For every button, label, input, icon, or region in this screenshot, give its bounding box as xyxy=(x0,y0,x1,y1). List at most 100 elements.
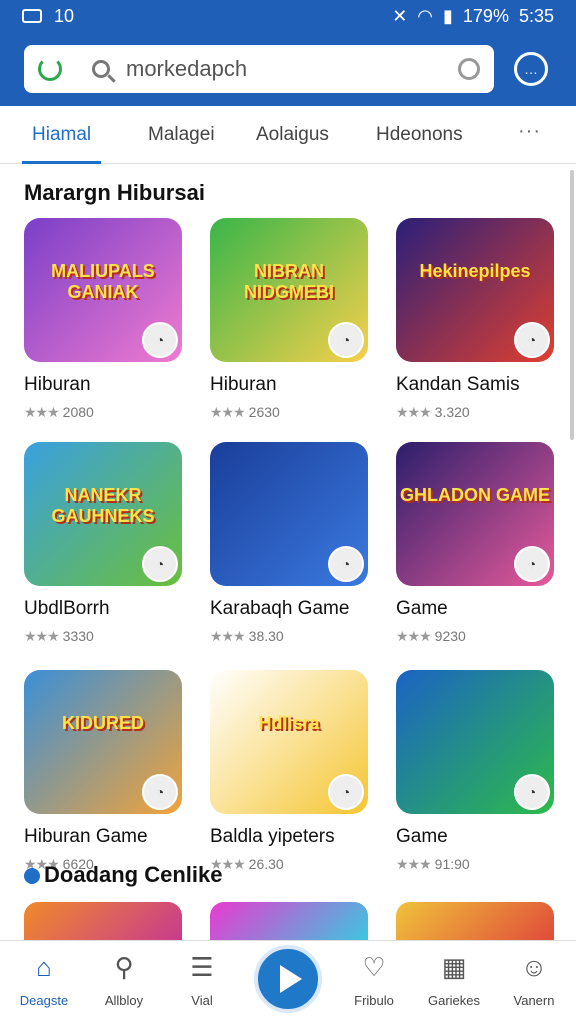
nav-item-games[interactable]: ▦ Gariekes xyxy=(414,951,494,1009)
play-button[interactable] xyxy=(254,945,322,1013)
search-bar[interactable] xyxy=(24,45,494,93)
star-icon: ★★★ xyxy=(210,404,246,420)
app-thumbnail[interactable]: ◔ xyxy=(210,442,368,586)
app-header: … xyxy=(0,32,576,106)
app-thumbnail[interactable]: NIBRAN NIDGMEBI ◔ xyxy=(210,218,368,362)
app-thumbnail[interactable] xyxy=(24,902,182,942)
app-name: Karabaqh Game xyxy=(210,598,350,619)
thumbnail-art-text: GHLADON GAME xyxy=(400,485,550,506)
download-icon[interactable]: ◔ xyxy=(514,774,550,810)
tab-hiamal[interactable]: Hiamal xyxy=(21,106,102,164)
app-thumbnail[interactable]: GHLADON GAME ◔ xyxy=(396,442,554,586)
app-card[interactable]: GHLADON GAME ◔ Game ★★★ 9230 xyxy=(396,442,556,645)
app-card[interactable]: MALIUPALS GANIAK ◔ Hiburan ★★★ 2080 xyxy=(24,218,184,421)
rating-value: 2080 xyxy=(62,404,94,420)
section-icon xyxy=(24,868,40,885)
app-name: UbdlBorrh xyxy=(24,598,110,619)
app-card[interactable]: Hekinepilpes ◔ Kandan Samis ★★★ 3.320 xyxy=(396,218,556,421)
download-icon[interactable]: ◔ xyxy=(514,322,550,358)
thumbnail-art-text: KIDURED xyxy=(61,713,144,734)
nav-item-gamepad[interactable]: ♡ Fribulo xyxy=(334,951,414,1009)
app-card[interactable]: NIBRAN NIDGMEBI ◔ Hiburan ★★★ 2630 xyxy=(210,218,370,421)
download-icon[interactable]: ◔ xyxy=(328,774,364,810)
rating-value: 91:90 xyxy=(434,856,470,872)
app-card[interactable]: KIDURED ◔ Hiburan Game ★★★ 6620 xyxy=(24,670,184,873)
app-rating: ★★★ 26.30 xyxy=(210,856,370,873)
thumbnail-art-text: NIBRAN NIDGMEBI xyxy=(244,261,334,303)
app-name: Game xyxy=(396,598,448,619)
search-icon xyxy=(92,60,110,78)
app-thumbnail[interactable]: MALIUPALS GANIAK ◔ xyxy=(24,218,182,362)
download-icon[interactable]: ◔ xyxy=(328,546,364,582)
star-icon: ★★★ xyxy=(24,404,60,420)
nav-item-search[interactable]: ⚲ Allbloy xyxy=(84,951,164,1009)
download-icon[interactable]: ◔ xyxy=(328,322,364,358)
app-rating: ★★★ 38.30 xyxy=(210,628,370,645)
thumbnail-art-text: MALIUPALS GANIAK xyxy=(51,261,155,303)
list-icon: ☰ xyxy=(190,951,214,982)
app-thumbnail[interactable]: Hekinepilpes ◔ xyxy=(396,218,554,362)
play-icon xyxy=(280,965,302,993)
bottom-navigation: ⌂ Deagste ⚲ Allbloy ☰ Vial ♡ Fribulo ▦ G… xyxy=(0,940,576,1024)
star-icon: ★★★ xyxy=(210,628,246,644)
rating-value: 9230 xyxy=(434,628,466,644)
app-rating: ★★★ 9230 xyxy=(396,628,556,645)
app-thumbnail[interactable] xyxy=(396,902,554,942)
thumbnail-art-text: Hekinepilpes xyxy=(419,261,531,282)
signal-icon: ▮ xyxy=(443,5,453,26)
nav-item-home[interactable]: ⌂ Deagste xyxy=(4,951,84,1009)
download-icon[interactable]: ◔ xyxy=(142,546,178,582)
scrollbar[interactable] xyxy=(570,170,574,440)
app-name: Kandan Samis xyxy=(396,374,520,395)
mute-icon: ✕ xyxy=(392,5,408,26)
more-tabs-icon[interactable]: ··· xyxy=(518,120,541,143)
tab-malagei[interactable]: Malagei xyxy=(148,106,215,164)
thumbnail-art-text: Hdlisra xyxy=(258,713,320,734)
star-icon: ★★★ xyxy=(396,856,432,872)
section-title: Marargn Hibursai xyxy=(24,180,205,205)
app-card[interactable]: NANEKR GAUHNEKS ◔ UbdlBorrh ★★★ 3330 xyxy=(24,442,184,645)
thumbnail-art-text: NANEKR GAUHNEKS xyxy=(51,485,155,527)
nav-item-profile[interactable]: ☺ Vanern xyxy=(494,951,574,1009)
app-thumbnail[interactable]: NANEKR GAUHNEKS ◔ xyxy=(24,442,182,586)
download-icon[interactable]: ◔ xyxy=(142,322,178,358)
app-name: Baldla yipeters xyxy=(210,826,335,847)
home-icon: ⌂ xyxy=(36,951,52,982)
nav-item-list[interactable]: ☰ Vial xyxy=(162,951,242,1009)
battery-level: 179% xyxy=(462,5,509,26)
rating-value: 3.320 xyxy=(434,404,470,420)
tab-hdeonons[interactable]: Hdeonons xyxy=(376,106,463,164)
refresh-icon[interactable] xyxy=(38,57,62,81)
app-rating: ★★★ 2630 xyxy=(210,404,370,421)
search-input[interactable] xyxy=(126,56,446,82)
app-card[interactable]: ◔ Game ★★★ 91:90 xyxy=(396,670,556,873)
search-icon: ⚲ xyxy=(114,951,134,982)
app-rating: ★★★ 2080 xyxy=(24,404,184,421)
download-icon[interactable]: ◔ xyxy=(514,546,550,582)
wifi-icon: ◠ xyxy=(417,5,433,26)
star-icon: ★★★ xyxy=(24,628,60,644)
chat-icon[interactable]: … xyxy=(514,52,548,86)
status-time: 5:35 xyxy=(518,5,554,26)
star-icon: ★★★ xyxy=(396,404,432,420)
section-title-2: Doadang Cenlike xyxy=(24,862,222,888)
tab-aolaigus[interactable]: Aolaigus xyxy=(256,106,329,164)
app-name: Hiburan xyxy=(210,374,277,395)
app-thumbnail[interactable] xyxy=(210,902,368,942)
star-icon: ★★★ xyxy=(396,628,432,644)
rating-value: 26.30 xyxy=(248,856,284,872)
app-name: Game xyxy=(396,826,448,847)
app-rating: ★★★ 3.320 xyxy=(396,404,556,421)
status-left-number: 10 xyxy=(54,5,75,26)
lens-icon[interactable] xyxy=(458,58,480,80)
app-thumbnail[interactable]: ◔ xyxy=(396,670,554,814)
download-icon[interactable]: ◔ xyxy=(142,774,178,810)
app-card[interactable]: Hdlisra ◔ Baldla yipeters ★★★ 26.30 xyxy=(210,670,370,873)
app-card[interactable]: ◔ Karabaqh Game ★★★ 38.30 xyxy=(210,442,370,645)
app-thumbnail[interactable]: Hdlisra ◔ xyxy=(210,670,368,814)
notification-icon xyxy=(22,9,42,23)
games-icon: ▦ xyxy=(441,951,467,982)
person-icon: ☺ xyxy=(520,951,548,982)
app-thumbnail[interactable]: KIDURED ◔ xyxy=(24,670,182,814)
app-name: Hiburan Game xyxy=(24,826,148,847)
